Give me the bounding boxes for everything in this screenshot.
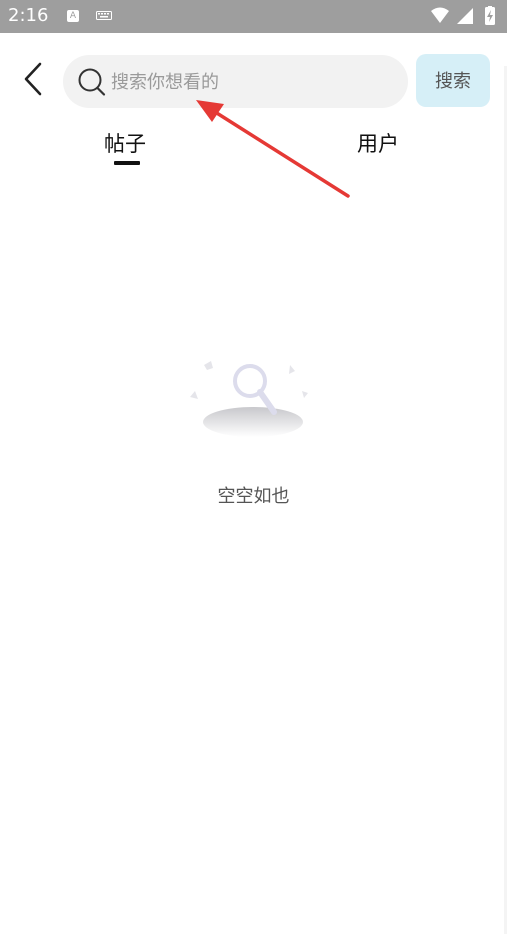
tab-users[interactable]: 用户: [357, 128, 399, 158]
tab-posts[interactable]: 帖子: [104, 128, 146, 158]
search-page: 搜索 帖子 用户 空空如也: [0, 33, 507, 934]
annotation-arrow: [196, 100, 350, 198]
status-a-icon: A: [67, 10, 79, 22]
back-button[interactable]: [20, 61, 48, 97]
empty-search-illustration: [190, 361, 308, 437]
signal-icon: [457, 8, 473, 24]
battery-icon: [485, 6, 495, 25]
status-bar: 2:16 A: [0, 0, 507, 33]
search-button[interactable]: 搜索: [416, 54, 490, 107]
search-icon: [78, 68, 106, 96]
search-input[interactable]: [109, 65, 393, 99]
empty-state-message: 空空如也: [217, 486, 290, 507]
tab-active-indicator: [114, 161, 140, 165]
keyboard-icon: [96, 11, 112, 20]
wifi-icon: [431, 7, 449, 23]
status-indicators: [431, 6, 495, 25]
status-time: 2:16: [8, 5, 49, 26]
